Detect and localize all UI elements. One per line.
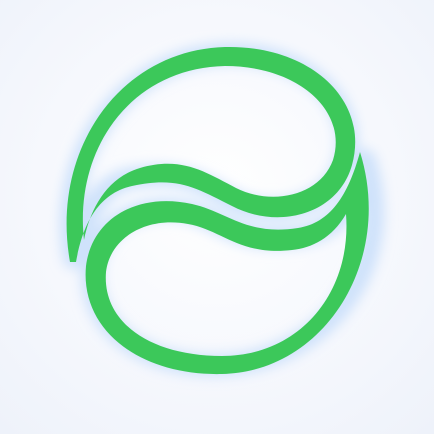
app-logo-swirl-icon bbox=[59, 42, 385, 377]
app-icon bbox=[0, 0, 434, 434]
